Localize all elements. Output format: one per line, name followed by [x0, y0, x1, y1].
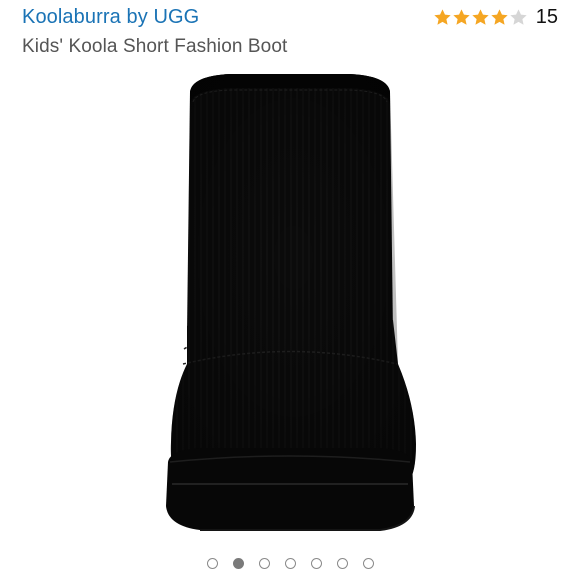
product-page: Koolaburra by UGG 15 Kids' Koola Short F…	[0, 0, 580, 580]
star-icon	[434, 9, 451, 25]
review-count: 15	[535, 6, 558, 28]
brand-link[interactable]: Koolaburra by UGG	[22, 6, 199, 29]
carousel-dot-active[interactable]	[232, 558, 244, 569]
star-icon	[510, 9, 527, 25]
product-image[interactable]	[0, 64, 580, 552]
product-title: Kids' Koola Short Fashion Boot	[22, 36, 288, 57]
black-suede-boot-image	[166, 74, 416, 531]
carousel-dot[interactable]	[258, 558, 270, 569]
star-icon	[491, 9, 508, 25]
carousel-dot[interactable]	[206, 558, 218, 569]
carousel-dot[interactable]	[336, 558, 348, 569]
carousel-dot[interactable]	[362, 558, 374, 569]
star-rating	[433, 8, 528, 27]
carousel-dot[interactable]	[284, 558, 296, 569]
star-icon	[453, 9, 470, 25]
carousel-dot[interactable]	[310, 558, 322, 569]
rating-summary[interactable]: 15	[433, 6, 558, 29]
star-icon	[472, 9, 489, 25]
carousel-indicator	[0, 558, 580, 569]
